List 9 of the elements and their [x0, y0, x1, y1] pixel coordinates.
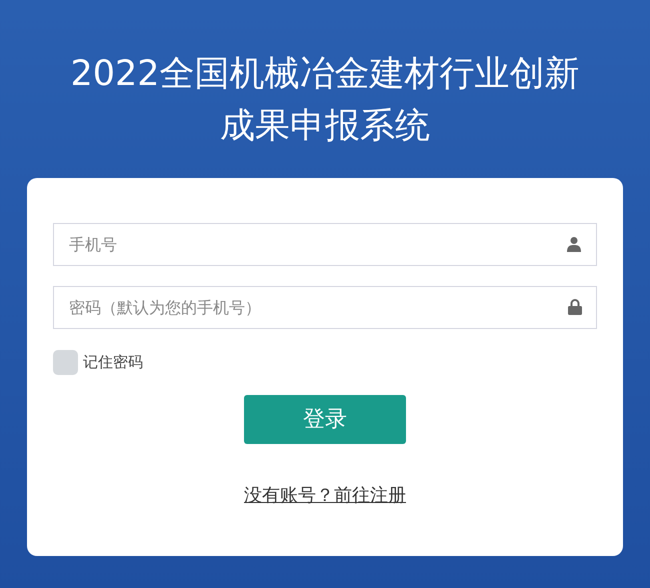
remember-label: 记住密码	[83, 352, 143, 374]
page-title: 成果申报系统	[220, 105, 430, 148]
page-title: 2022全国机械冶金建材行业创新	[70, 53, 580, 96]
lock-icon	[568, 299, 582, 315]
remember-checkbox[interactable]	[53, 350, 78, 375]
password-field[interactable]: 密码（默认为您的手机号）	[53, 286, 597, 329]
user-icon	[566, 236, 582, 252]
register-link[interactable]: 没有账号？前往注册	[244, 482, 406, 509]
phone-field[interactable]: 手机号	[53, 223, 597, 266]
